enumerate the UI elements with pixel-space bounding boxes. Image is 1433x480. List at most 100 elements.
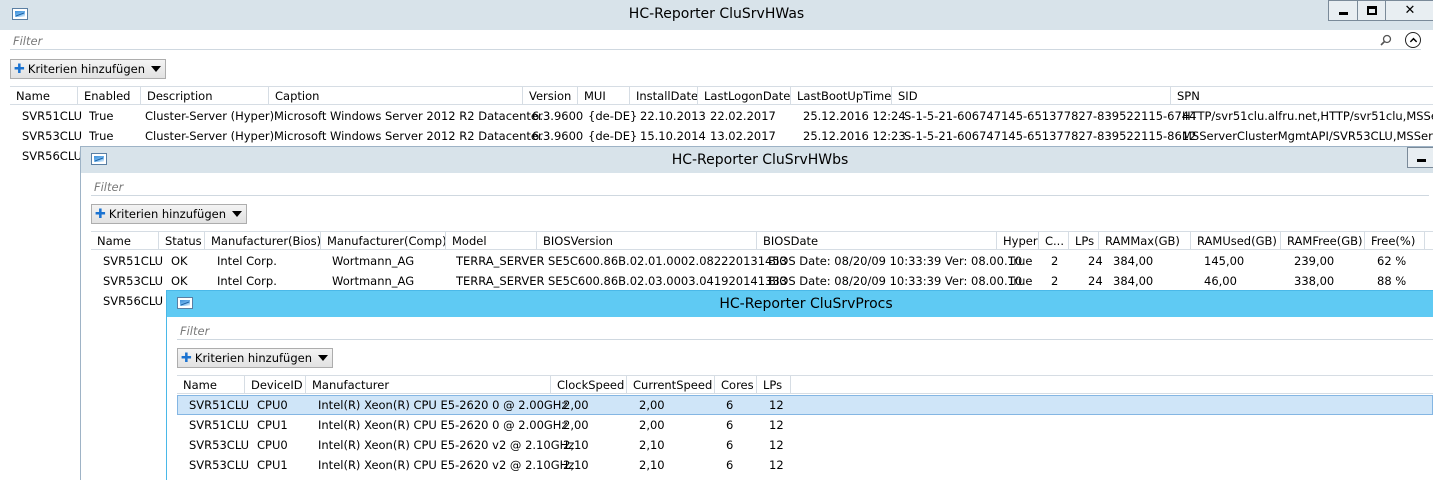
- column-header-version[interactable]: Version: [523, 87, 578, 105]
- window-title: HC-Reporter CluSrvHWbs: [671, 152, 849, 168]
- cell-installdate: 22.10.2013: [640, 109, 706, 123]
- add-criteria-button[interactable]: ✚ Kriterien hinzufügen: [10, 59, 166, 79]
- titlebar-clusrvhwbs[interactable]: HC-Reporter CluSrvHWbs: [81, 147, 1433, 173]
- column-header-cores[interactable]: Cores: [715, 376, 757, 394]
- column-header-currentspeed[interactable]: CurrentSpeed: [627, 376, 715, 394]
- table-row[interactable]: SVR53CLU OK Intel Corp. Wortmann_AG TERR…: [91, 271, 1433, 291]
- window-clusrvprocs[interactable]: HC-Reporter CluSrvProcs ✚ Kriterien hinz…: [166, 290, 1433, 480]
- table-row[interactable]: SVR51CLU CPU0 Intel(R) Xeon(R) CPU E5-26…: [177, 395, 1433, 415]
- cell-name: SVR53CLU: [189, 458, 250, 472]
- add-criteria-button[interactable]: ✚ Kriterien hinzufügen: [91, 204, 247, 224]
- add-criteria-label: Kriterien hinzufügen: [108, 207, 226, 221]
- cell-name: SVR51CLU: [22, 109, 83, 123]
- cell-deviceid: CPU0: [257, 438, 288, 452]
- column-header-caption[interactable]: Caption: [269, 87, 523, 105]
- table-row[interactable]: SVR51CLU True Cluster-Server (Hyper) Mic…: [10, 106, 1433, 126]
- column-header-spn[interactable]: SPN: [1171, 87, 1433, 105]
- column-header-ramfree[interactable]: RAMFree(GB): [1281, 232, 1365, 250]
- cell-c: 2: [1051, 274, 1059, 288]
- cell-ramused: 46,00: [1204, 274, 1237, 288]
- filter-input[interactable]: [91, 178, 1429, 195]
- cell-ramfree: 239,00: [1294, 254, 1335, 268]
- column-header-rammax[interactable]: RAMMax(GB): [1099, 232, 1191, 250]
- cell-currentspeed: 2,00: [639, 398, 665, 412]
- cell-hyper: True: [1008, 254, 1033, 268]
- minimize-button[interactable]: [1407, 147, 1433, 168]
- table-row[interactable]: SVR53CLU True Cluster-Server (Hyper) Mic…: [10, 126, 1433, 146]
- column-header-sid[interactable]: SID: [892, 87, 1171, 105]
- cell-manufacturer-bios: Intel Corp.: [217, 274, 277, 288]
- table-row[interactable]: SVR53CLU CPU1 Intel(R) Xeon(R) CPU E5-26…: [177, 455, 1433, 475]
- cell-lastbootuptime: 25.12.2016 12:23: [803, 129, 906, 143]
- column-header-name[interactable]: Name: [10, 87, 78, 105]
- grid-header-clusrvhwbs: Name Status Manufacturer(Bios) Manufactu…: [91, 231, 1433, 250]
- dropdown-arrow-icon: [318, 355, 328, 361]
- column-header-biosdate[interactable]: BIOSDate: [757, 232, 997, 250]
- cell-name: SVR51CLU: [189, 398, 250, 412]
- column-header-lps[interactable]: LPs: [1069, 232, 1099, 250]
- column-header-lastlogondate[interactable]: LastLogonDate: [698, 87, 791, 105]
- cell-enabled: True: [89, 129, 114, 143]
- column-header-free-percent[interactable]: Free(%): [1365, 232, 1425, 250]
- column-header-ramused[interactable]: RAMUsed(GB): [1191, 232, 1281, 250]
- table-row[interactable]: SVR56CLU: [91, 291, 171, 311]
- table-row[interactable]: SVR53CLU CPU0 Intel(R) Xeon(R) CPU E5-26…: [177, 435, 1433, 455]
- table-row[interactable]: SVR51CLU OK Intel Corp. Wortmann_AG TERR…: [91, 251, 1433, 271]
- column-header-c[interactable]: C...: [1039, 232, 1069, 250]
- cell-deviceid: CPU0: [257, 398, 288, 412]
- cell-free-percent: 62 %: [1377, 254, 1407, 268]
- cell-lastlogondate: 13.02.2017: [710, 129, 776, 143]
- column-header-manufacturer[interactable]: Manufacturer: [306, 376, 551, 394]
- minimize-icon: [1416, 159, 1426, 162]
- cell-biosversion: SE5C600.86B.02.01.0002.082220131453: [548, 254, 787, 268]
- filter-bar: [177, 322, 1433, 340]
- search-icon[interactable]: [1380, 34, 1392, 46]
- cell-lps: 12: [769, 438, 784, 452]
- column-header-installdate[interactable]: InstallDate: [630, 87, 698, 105]
- cell-cores: 6: [726, 438, 734, 452]
- cell-name: SVR53CLU: [103, 274, 164, 288]
- cell-name: SVR53CLU: [189, 438, 250, 452]
- cell-installdate: 15.10.2014: [640, 129, 706, 143]
- cell-manufacturer-comp: Wortmann_AG: [332, 274, 415, 288]
- column-header-deviceid[interactable]: DeviceID: [245, 376, 306, 394]
- filter-input[interactable]: [10, 32, 1421, 49]
- cell-clockspeed: 2,10: [563, 458, 589, 472]
- table-row[interactable]: SVR51CLU CPU1 Intel(R) Xeon(R) CPU E5-26…: [177, 415, 1433, 435]
- column-header-biosversion[interactable]: BIOSVersion: [537, 232, 757, 250]
- titlebar-clusrvhwas[interactable]: HC-Reporter CluSrvHWas ✕: [0, 0, 1433, 30]
- minimize-button[interactable]: [1328, 0, 1358, 21]
- column-header-manufacturer-bios[interactable]: Manufacturer(Bios): [205, 232, 321, 250]
- column-header-manufacturer-comp[interactable]: Manufacturer(Comp): [321, 232, 446, 250]
- table-row[interactable]: SVR56CLU: [10, 146, 82, 166]
- cell-caption: Microsoft Windows Server 2012 R2 Datacen…: [274, 129, 543, 143]
- close-button[interactable]: ✕: [1385, 0, 1433, 21]
- column-header-enabled[interactable]: Enabled: [78, 87, 141, 105]
- cell-rammax: 384,00: [1113, 254, 1154, 268]
- column-header-mui[interactable]: MUI: [578, 87, 630, 105]
- cell-description: Cluster-Server (Hyper): [145, 109, 275, 123]
- add-criteria-label: Kriterien hinzufügen: [27, 62, 145, 76]
- column-header-name[interactable]: Name: [177, 376, 245, 394]
- collapse-icon[interactable]: [1405, 32, 1421, 48]
- column-header-clockspeed[interactable]: ClockSpeed: [551, 376, 627, 394]
- column-header-lps[interactable]: LPs: [757, 376, 791, 394]
- column-header-description[interactable]: Description: [141, 87, 269, 105]
- cell-c: 2: [1051, 254, 1059, 268]
- cell-lps: 12: [769, 458, 784, 472]
- column-header-hyper[interactable]: Hyper: [997, 232, 1039, 250]
- maximize-button[interactable]: [1357, 0, 1387, 21]
- filter-input[interactable]: [177, 322, 1433, 339]
- dropdown-arrow-icon: [232, 211, 242, 217]
- column-header-lastbootuptime[interactable]: LastBootUpTime: [791, 87, 892, 105]
- column-header-name[interactable]: Name: [91, 232, 159, 250]
- add-criteria-button[interactable]: ✚ Kriterien hinzufügen: [177, 348, 333, 368]
- column-header-model[interactable]: Model: [446, 232, 537, 250]
- plus-icon: ✚: [14, 61, 25, 77]
- cell-clockspeed: 2,00: [563, 398, 589, 412]
- maximize-icon: [1367, 6, 1377, 15]
- cell-sid: S-1-5-21-606747145-651377827-839522115-6…: [904, 109, 1197, 123]
- column-header-status[interactable]: Status: [159, 232, 205, 250]
- titlebar-clusrvprocs[interactable]: HC-Reporter CluSrvProcs: [167, 291, 1433, 317]
- cell-manufacturer-comp: Wortmann_AG: [332, 254, 415, 268]
